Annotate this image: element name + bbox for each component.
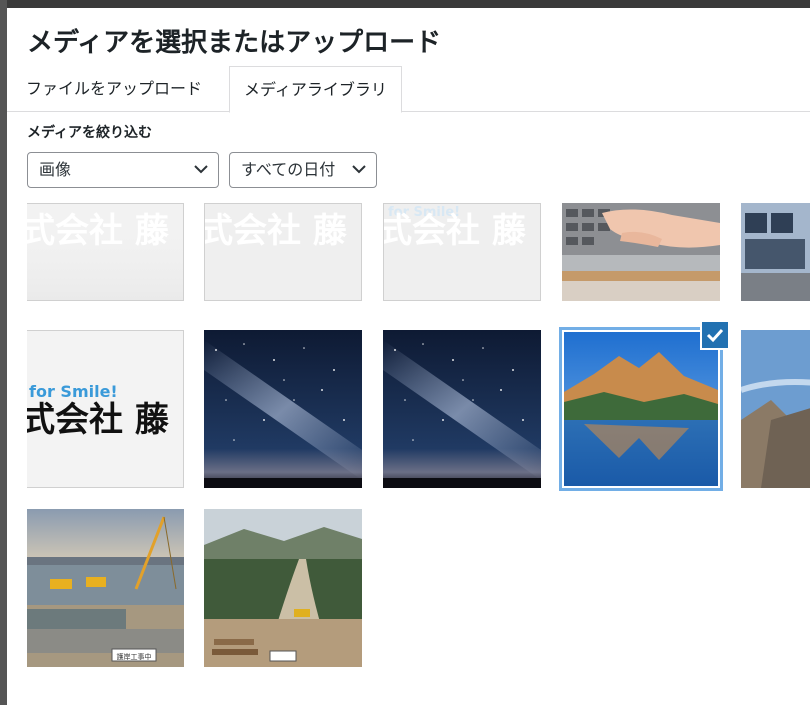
attachment-cliff-photo[interactable] — [741, 330, 810, 488]
attachment-logo[interactable]: 式会社 藤 — [27, 203, 184, 301]
filter-label: メディアを絞り込む — [27, 125, 153, 141]
logo-company-text: 式会社 藤 — [205, 211, 347, 251]
river-construction-sign-text: 護岸工事中 — [117, 652, 152, 661]
background-window-strip — [0, 0, 810, 8]
media-type-select-value: 画像 — [39, 160, 72, 179]
tab-media-library[interactable]: メディアライブラリ — [229, 66, 402, 113]
selected-check-icon[interactable] — [700, 320, 730, 350]
chevron-down-icon — [194, 165, 208, 174]
attachment-forest-road-photo[interactable] — [204, 509, 362, 667]
attachment-construction-river-photo[interactable]: 護岸工事中 — [27, 509, 184, 667]
media-type-select[interactable]: 画像 — [27, 152, 219, 188]
modal-title: メディアを選択またはアップロード — [27, 28, 442, 58]
attachment-logo[interactable]: 式会社 藤 — [204, 203, 362, 301]
attachments-grid: 式会社 藤 式会社 藤 for Smile! 式会社 藤 for Smile! … — [27, 203, 810, 705]
date-select-value: すべての日付 — [241, 160, 336, 179]
modal-tabs: ファイルをアップロード メディアライブラリ — [7, 66, 810, 113]
attachment-milky-way-photo[interactable] — [204, 330, 362, 488]
logo-company-text: 式会社 藤 — [384, 211, 526, 251]
logo-company-text: 式会社 藤 — [27, 211, 169, 251]
logo-company-text: 式会社 藤 — [27, 400, 169, 440]
attachment-keyboard-photo[interactable] — [562, 203, 720, 301]
media-modal: メディアを選択またはアップロード ファイルをアップロード メディアライブラリ メ… — [7, 8, 810, 705]
attachment-logo[interactable]: for Smile! 式会社 藤 — [383, 203, 541, 301]
logo-tagline-text: for Smile! — [29, 382, 118, 401]
attachment-building-photo[interactable] — [741, 203, 810, 301]
tab-upload-files[interactable]: ファイルをアップロード — [26, 66, 202, 111]
attachment-logo[interactable]: for Smile! 式会社 藤 — [27, 330, 184, 488]
attachment-mountain-lake-photo[interactable] — [559, 327, 723, 491]
background-window-edge — [0, 0, 7, 705]
chevron-down-icon — [352, 165, 366, 174]
attachment-milky-way-photo[interactable] — [383, 330, 541, 488]
date-select[interactable]: すべての日付 — [229, 152, 377, 188]
